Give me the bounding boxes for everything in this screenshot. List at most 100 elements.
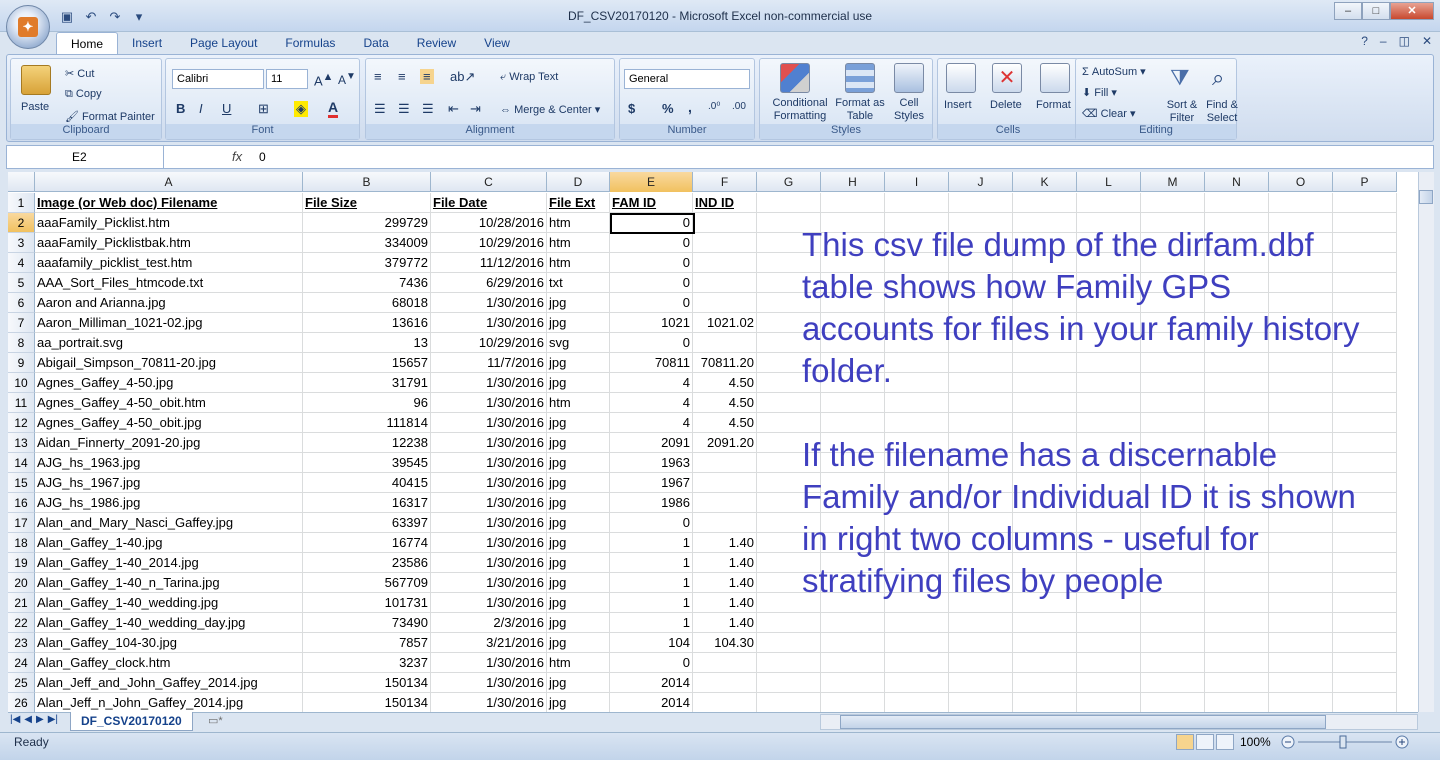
table-cell[interactable]: 96 [303, 393, 431, 413]
table-cell[interactable]: htm [547, 213, 610, 233]
table-cell[interactable]: 4.50 [693, 373, 757, 393]
column-title-cell[interactable]: Image (or Web doc) Filename [35, 193, 303, 213]
table-cell[interactable] [693, 693, 757, 712]
number-format-select[interactable]: General [624, 69, 750, 89]
align-bottom-icon[interactable]: ≡ [420, 69, 434, 84]
table-cell[interactable] [821, 633, 885, 653]
column-title-cell[interactable]: File Ext [547, 193, 610, 213]
fill-button[interactable]: ⬇ Fill ▾ [1082, 86, 1117, 99]
column-title-cell[interactable] [885, 193, 949, 213]
table-cell[interactable]: 4.50 [693, 413, 757, 433]
table-cell[interactable]: jpg [547, 513, 610, 533]
table-cell[interactable]: jpg [547, 573, 610, 593]
table-cell[interactable] [949, 613, 1013, 633]
table-cell[interactable] [693, 493, 757, 513]
table-cell[interactable]: 1/30/2016 [431, 553, 547, 573]
row-header[interactable]: 3 [8, 233, 35, 253]
row-header[interactable]: 5 [8, 273, 35, 293]
table-cell[interactable]: 2091 [610, 433, 693, 453]
table-cell[interactable]: 73490 [303, 613, 431, 633]
table-cell[interactable]: 1.40 [693, 553, 757, 573]
table-cell[interactable]: 1/30/2016 [431, 373, 547, 393]
table-cell[interactable]: 1 [610, 573, 693, 593]
table-cell[interactable] [1077, 633, 1141, 653]
table-cell[interactable]: 111814 [303, 413, 431, 433]
column-title-cell[interactable]: IND ID [693, 193, 757, 213]
table-cell[interactable] [757, 693, 821, 712]
table-cell[interactable]: 1/30/2016 [431, 693, 547, 712]
table-cell[interactable] [821, 613, 885, 633]
table-cell[interactable]: 10/28/2016 [431, 213, 547, 233]
table-cell[interactable]: 1021 [610, 313, 693, 333]
table-cell[interactable]: 1/30/2016 [431, 413, 547, 433]
table-cell[interactable] [821, 653, 885, 673]
maximize-button[interactable]: □ [1362, 2, 1390, 20]
borders-icon[interactable]: ⊞ [258, 101, 269, 117]
increase-decimal-icon[interactable]: .0⁰ [708, 101, 720, 112]
table-cell[interactable]: jpg [547, 633, 610, 653]
tab-insert[interactable]: Insert [118, 32, 176, 54]
column-header-k[interactable]: K [1013, 172, 1077, 192]
table-cell[interactable]: 1021.02 [693, 313, 757, 333]
first-sheet-icon[interactable]: |◀ [10, 714, 20, 725]
row-header[interactable]: 19 [8, 553, 35, 573]
row-header[interactable]: 14 [8, 453, 35, 473]
table-cell[interactable]: 11/7/2016 [431, 353, 547, 373]
table-cell[interactable] [1269, 693, 1333, 712]
table-cell[interactable] [1141, 653, 1205, 673]
table-cell[interactable] [757, 613, 821, 633]
table-cell[interactable] [1205, 673, 1269, 693]
column-title-cell[interactable]: FAM ID [610, 193, 693, 213]
column-header-g[interactable]: G [757, 172, 821, 192]
column-header-b[interactable]: B [303, 172, 431, 192]
find-select-button[interactable]: Find & Select [1202, 99, 1242, 125]
row-header[interactable]: 4 [8, 253, 35, 273]
table-cell[interactable]: aaafamily_picklist_test.htm [35, 253, 303, 273]
row-header[interactable]: 18 [8, 533, 35, 553]
table-cell[interactable]: 1 [610, 533, 693, 553]
horizontal-scroll-thumb[interactable] [840, 715, 1326, 729]
formula-input[interactable]: 0 [259, 150, 266, 164]
column-header-a[interactable]: A [35, 172, 303, 192]
column-header-f[interactable]: F [693, 172, 757, 192]
fill-color-icon[interactable]: ◈ [294, 101, 308, 117]
table-cell[interactable]: jpg [547, 693, 610, 712]
table-cell[interactable]: Alan_Gaffey_1-40_n_Tarina.jpg [35, 573, 303, 593]
table-cell[interactable]: 3237 [303, 653, 431, 673]
table-cell[interactable]: 0 [610, 293, 693, 313]
copy-button[interactable]: ⧉ Copy [65, 88, 102, 101]
table-cell[interactable]: jpg [547, 413, 610, 433]
decrease-indent-icon[interactable]: ⇤ [448, 101, 459, 117]
table-cell[interactable]: 379772 [303, 253, 431, 273]
wb-minimize-icon[interactable]: – [1380, 34, 1387, 48]
row-header[interactable]: 21 [8, 593, 35, 613]
table-cell[interactable] [1013, 653, 1077, 673]
table-cell[interactable]: 1/30/2016 [431, 593, 547, 613]
table-cell[interactable]: 1/30/2016 [431, 513, 547, 533]
table-cell[interactable]: jpg [547, 613, 610, 633]
table-cell[interactable] [1269, 613, 1333, 633]
format-table-icon[interactable] [845, 63, 875, 93]
table-cell[interactable]: 4 [610, 393, 693, 413]
table-cell[interactable] [885, 653, 949, 673]
zoom-slider[interactable] [1280, 734, 1410, 750]
underline-icon[interactable]: U [222, 101, 231, 116]
table-cell[interactable] [1269, 673, 1333, 693]
vertical-scroll-thumb[interactable] [1419, 190, 1433, 204]
table-cell[interactable]: 13616 [303, 313, 431, 333]
minimize-button[interactable]: – [1334, 2, 1362, 20]
normal-view-icon[interactable] [1176, 734, 1194, 750]
table-cell[interactable]: 10/29/2016 [431, 333, 547, 353]
table-cell[interactable] [1077, 673, 1141, 693]
table-cell[interactable]: jpg [547, 493, 610, 513]
table-cell[interactable] [693, 333, 757, 353]
table-cell[interactable] [1205, 613, 1269, 633]
table-cell[interactable] [1077, 653, 1141, 673]
table-cell[interactable]: jpg [547, 353, 610, 373]
column-header-l[interactable]: L [1077, 172, 1141, 192]
cut-button[interactable]: ✂ Cut [65, 67, 94, 80]
currency-icon[interactable]: $ [628, 101, 635, 116]
bold-icon[interactable]: B [176, 101, 185, 116]
table-cell[interactable]: 104 [610, 633, 693, 653]
table-cell[interactable]: 1/30/2016 [431, 533, 547, 553]
